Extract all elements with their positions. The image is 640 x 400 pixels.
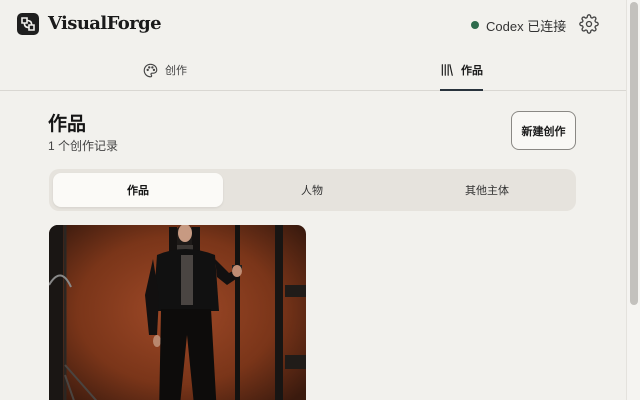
status-text: Codex 已连接 xyxy=(486,18,567,34)
status-dot-icon xyxy=(471,21,479,29)
settings-button[interactable] xyxy=(579,14,599,34)
brand-name: VisualForge xyxy=(48,13,162,34)
tab-works-label: 作品 xyxy=(461,65,483,77)
scrollbar-thumb[interactable] xyxy=(630,2,638,305)
visualforge-logo-icon xyxy=(17,13,39,35)
filter-segmented-control: 作品 人物 其他主体 xyxy=(49,169,576,211)
filter-people[interactable]: 人物 xyxy=(227,173,397,207)
active-tab-indicator xyxy=(440,89,483,91)
connection-status: Codex 已连接 xyxy=(471,16,566,34)
record-count: 1 个创作记录 xyxy=(48,139,119,153)
page-title: 作品 xyxy=(48,114,87,135)
top-bar: VisualForge Codex 已连接 xyxy=(0,0,626,50)
scrollbar[interactable] xyxy=(626,0,640,400)
portrait-photo xyxy=(49,225,306,400)
tab-create-label: 创作 xyxy=(165,65,187,77)
gear-icon xyxy=(579,14,599,34)
tab-works[interactable]: 作品 xyxy=(440,50,483,91)
gallery-card[interactable] xyxy=(49,225,306,400)
library-icon xyxy=(441,64,453,76)
filter-other-subjects[interactable]: 其他主体 xyxy=(402,173,572,207)
tab-create[interactable]: 创作 xyxy=(143,50,187,90)
new-creation-button[interactable]: 新建创作 xyxy=(511,111,576,150)
filter-works[interactable]: 作品 xyxy=(53,173,223,207)
palette-icon xyxy=(143,63,158,77)
main-nav: 创作 作品 xyxy=(0,50,626,91)
